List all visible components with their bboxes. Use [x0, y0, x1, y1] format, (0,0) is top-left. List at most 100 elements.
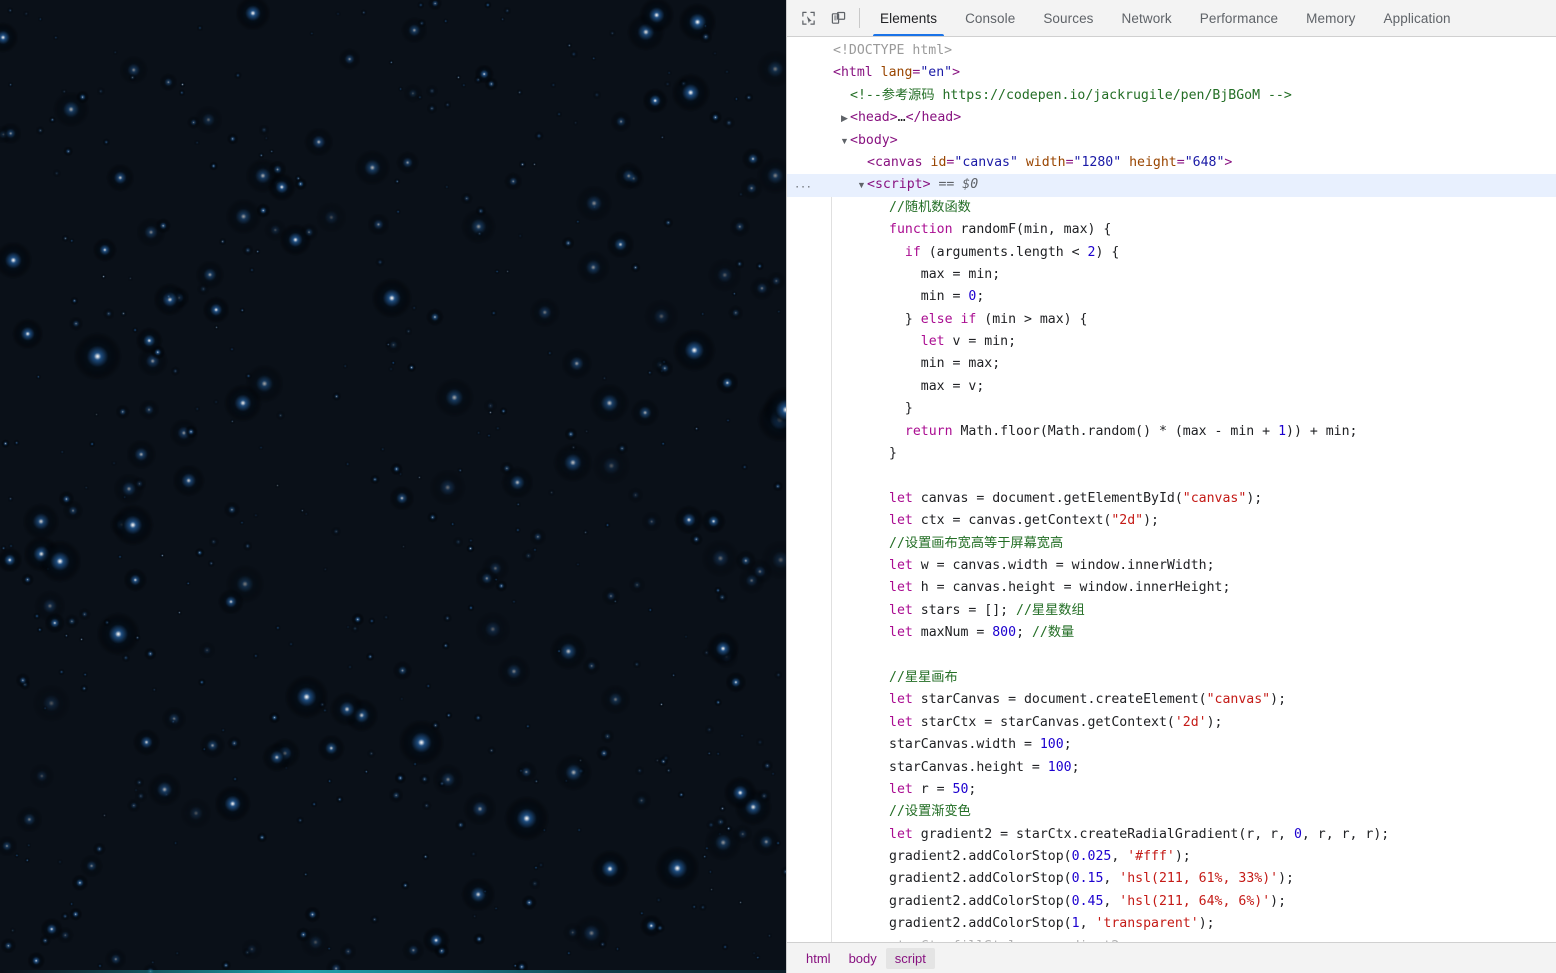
code-token: let	[889, 580, 913, 596]
dom-node-selected[interactable]: ··· ▼ <script> == $0	[787, 174, 1556, 197]
inspect-element-icon	[801, 11, 815, 25]
code-token: let	[889, 513, 913, 529]
dom-token: =	[1065, 154, 1074, 170]
code-token: );	[1246, 490, 1263, 506]
code-token: gradient2.addColorStop(	[889, 849, 1072, 865]
code-token: ctx = canvas.getContext(	[912, 513, 1112, 529]
chevron-right-icon[interactable]: ▶	[839, 107, 850, 129]
code-token: 800	[992, 625, 1017, 641]
code-token: }	[889, 446, 897, 462]
device-toolbar-icon	[831, 11, 845, 24]
dom-token: <!DOCTYPE html>	[833, 43, 953, 58]
breadcrumb-item-body[interactable]: body	[840, 948, 886, 969]
code-token: 1	[1278, 423, 1287, 439]
code-token: 'hsl(211, 61%, 33%)'	[1119, 871, 1279, 887]
code-line: gradient2.addColorStop(0.15, 'hsl(211, 6…	[831, 868, 1556, 890]
dom-node[interactable]: <html lang = "en" >	[787, 62, 1556, 84]
code-token: ) {	[1095, 244, 1120, 260]
breadcrumb-item-script[interactable]: script	[885, 947, 935, 969]
code-line: starCanvas.height = 100;	[831, 757, 1556, 779]
dom-token: =	[946, 154, 955, 170]
tab-sources[interactable]: Sources	[1029, 0, 1107, 36]
code-token: if	[904, 244, 921, 260]
code-line: let starCtx = starCanvas.getContext('2d'…	[831, 712, 1556, 734]
page-viewport	[0, 0, 786, 973]
code-token: let	[889, 557, 913, 573]
code-token: //随机数函数	[889, 199, 971, 215]
tab-label: Performance	[1199, 10, 1279, 26]
code-token: );	[1198, 916, 1215, 932]
dom-token: lang	[880, 65, 913, 81]
code-token: }	[889, 401, 913, 417]
dom-tree: <!DOCTYPE html> <html lang = "en" > <!--参考源码 …	[787, 37, 1556, 197]
code-line: starCanvas.width = 100;	[831, 734, 1556, 756]
elements-tree-pane[interactable]: <!DOCTYPE html> <html lang = "en" > <!--参考源码 …	[787, 37, 1556, 942]
code-token: 50	[952, 781, 969, 797]
tab-label: Memory	[1306, 10, 1356, 26]
tab-performance[interactable]: Performance	[1186, 0, 1292, 36]
dom-node[interactable]: ▶ <head>… </head>	[787, 107, 1556, 129]
script-source-block: //随机数函数 function randomF(min, max) { if (…	[787, 196, 1556, 942]
code-token: );	[1174, 849, 1191, 865]
code-token: ,	[1103, 893, 1120, 909]
breadcrumb-item-html[interactable]: html	[797, 948, 840, 969]
inspect-element-button[interactable]	[795, 5, 821, 31]
code-token: starCtx.fillStyle = gradient2;	[889, 939, 1127, 942]
code-token: 'transparent'	[1095, 916, 1199, 932]
dom-token: == $0	[930, 177, 979, 193]
code-line: max = min;	[831, 264, 1556, 286]
dom-breadcrumb-bar: html body script	[787, 942, 1556, 973]
code-line: gradient2.addColorStop(0.025, '#fff');	[831, 846, 1556, 868]
code-line: //设置渐变色	[831, 801, 1556, 823]
code-token: starCtx = starCanvas.getContext(	[912, 714, 1175, 730]
code-line: let h = canvas.height = window.innerHeig…	[831, 577, 1556, 599]
code-line: //星星画布	[831, 667, 1556, 689]
code-token: v = min;	[944, 334, 1017, 350]
tab-application[interactable]: Application	[1370, 0, 1465, 36]
dom-node[interactable]: <!--参考源码 https://codepen.io/jackrugile/p…	[787, 85, 1556, 107]
tab-network[interactable]: Network	[1108, 0, 1186, 36]
code-token: function	[889, 222, 953, 238]
code-token: max = v;	[889, 378, 985, 394]
devtools-toolbar-icons	[787, 0, 857, 36]
code-token: 1	[1071, 916, 1080, 932]
device-toolbar-button[interactable]	[825, 5, 851, 31]
code-line: min = max;	[831, 353, 1556, 375]
devtools-toolbar: Elements Console Sources Network Performance…	[787, 0, 1556, 37]
tab-elements[interactable]: Elements	[866, 0, 951, 36]
dom-node[interactable]: <!DOCTYPE html>	[787, 40, 1556, 62]
tab-console[interactable]: Console	[951, 0, 1029, 36]
dom-node[interactable]: <canvas id = "canvas" width = "1280" height =…	[787, 152, 1556, 174]
chevron-down-icon[interactable]: ▼	[856, 174, 867, 196]
dom-token: =	[912, 65, 921, 81]
devtools-tab-strip: Elements Console Sources Network Performance…	[866, 0, 1556, 36]
code-token: canvas = document.getElementById(	[912, 490, 1183, 506]
code-line: let starCanvas = document.createElement(…	[831, 689, 1556, 711]
code-line: return Math.floor(Math.random() * (max -…	[831, 421, 1556, 443]
dom-node[interactable]: ▼ <body>	[787, 130, 1556, 152]
dom-token: id	[930, 154, 947, 170]
code-line: let gradient2 = starCtx.createRadialGrad…	[831, 824, 1556, 846]
code-token: gradient2 = starCtx.createRadialGradient…	[912, 826, 1294, 842]
code-token: randomF(min, max) {	[952, 222, 1112, 238]
dom-token: "1280"	[1073, 154, 1122, 170]
code-token: min = max;	[889, 356, 1001, 372]
chevron-down-icon[interactable]: ▼	[839, 130, 850, 152]
code-token: 100	[1047, 759, 1072, 775]
script-source-lines: //随机数函数 function randomF(min, max) { if (…	[831, 197, 1556, 942]
code-line: }	[831, 443, 1556, 465]
browser-window: Elements Console Sources Network Performance…	[0, 0, 1556, 973]
tab-label: Network	[1121, 10, 1172, 26]
tab-memory[interactable]: Memory	[1292, 0, 1369, 36]
code-token: }	[889, 311, 921, 327]
code-token: gradient2.addColorStop(	[889, 916, 1072, 932]
dom-token	[1018, 152, 1026, 174]
code-line: //随机数函数	[831, 197, 1556, 219]
node-options-icon[interactable]: ···	[795, 179, 813, 192]
code-token: let	[889, 602, 913, 618]
